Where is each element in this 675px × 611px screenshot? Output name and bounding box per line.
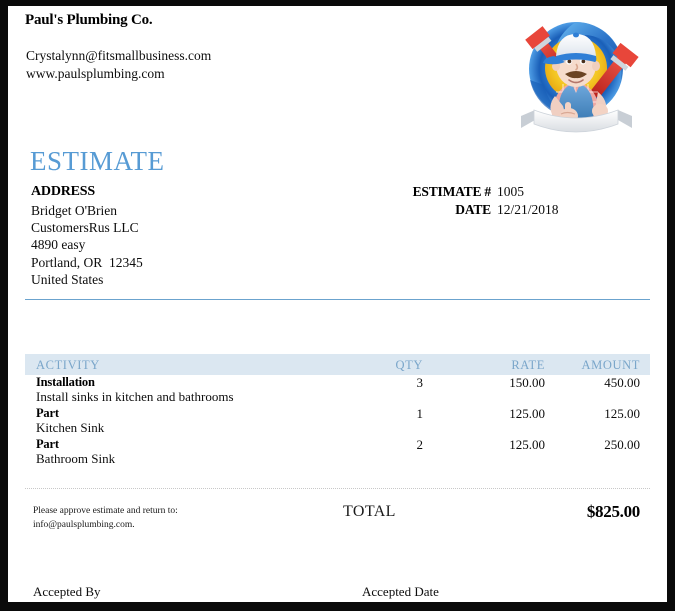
table-header-row: ACTIVITY QTY RATE AMOUNT: [25, 354, 650, 375]
estimate-number-row: ESTIMATE # 1005: [413, 183, 567, 201]
totals-divider: [25, 488, 650, 489]
company-contact-block: Crystalynn@fitsmallbusiness.com www.paul…: [26, 47, 211, 83]
plumber-mascot-logo-icon: [503, 12, 650, 142]
table-body: Installation Install sinks in kitchen an…: [25, 375, 650, 468]
company-website: www.paulsplumbing.com: [26, 66, 165, 81]
accepted-date-label: Accepted Date: [362, 584, 439, 599]
line-item-qty: 2: [416, 437, 424, 452]
screenshot-frame: Paul's Plumbing Co. Crystalynn@fitsmallb…: [0, 0, 675, 611]
total-amount: $825.00: [586, 502, 640, 521]
line-item-description: Kitchen Sink: [36, 420, 105, 435]
accepted-by-label: Accepted By: [33, 584, 101, 599]
customer-address-block: Bridget O'Brien CustomersRus LLC 4890 ea…: [31, 202, 143, 288]
company-name: Paul's Plumbing Co.: [25, 12, 153, 28]
table-row: Installation Install sinks in kitchen an…: [25, 375, 650, 406]
page-title: ESTIMATE: [30, 146, 165, 176]
column-header-qty: QTY: [395, 358, 423, 372]
line-item-name: Installation: [36, 375, 95, 389]
line-item-amount: 125.00: [604, 406, 640, 421]
line-item-description: Bathroom Sink: [36, 451, 116, 466]
column-header-amount: AMOUNT: [581, 358, 640, 372]
line-item-amount: 450.00: [604, 375, 640, 390]
section-divider: [25, 299, 650, 300]
company-email: Crystalynn@fitsmallbusiness.com: [26, 48, 212, 63]
estimate-date-value: 12/21/2018: [497, 201, 559, 217]
line-item-description: Install sinks in kitchen and bathrooms: [36, 389, 234, 404]
estimate-meta-block: ESTIMATE # 1005 DATE 12/21/2018: [413, 183, 567, 218]
estimate-number-label: ESTIMATE #: [412, 184, 492, 199]
address-line: Bridget O'Brien: [31, 203, 118, 218]
estimate-date-label: DATE: [455, 201, 491, 217]
line-item-amount: 250.00: [604, 437, 640, 452]
line-item-qty: 1: [416, 406, 424, 421]
document-content: Paul's Plumbing Co. Crystalynn@fitsmallb…: [25, 6, 650, 602]
approval-note-line: info@paulsplumbing.com.: [33, 520, 135, 530]
total-label: TOTAL: [343, 503, 396, 520]
approval-note-line: Please approve estimate and return to:: [33, 506, 178, 516]
approval-note: Please approve estimate and return to: i…: [33, 504, 178, 532]
address-line: 4890 easy: [31, 237, 86, 253]
line-items-table: ACTIVITY QTY RATE AMOUNT Installation In…: [25, 354, 650, 468]
column-header-activity: ACTIVITY: [36, 358, 100, 372]
line-item-name: Part: [36, 437, 59, 451]
estimate-number-value: 1005: [497, 184, 524, 199]
address-line: Portland, OR 12345: [31, 254, 143, 270]
address-line: United States: [31, 271, 104, 287]
line-item-name: Part: [36, 406, 59, 420]
table-row: Part Bathroom Sink 2 125.00 250.00: [25, 437, 650, 468]
estimate-document-page: Paul's Plumbing Co. Crystalynn@fitsmallb…: [8, 6, 667, 602]
table-row: Part Kitchen Sink 1 125.00 125.00: [25, 406, 650, 437]
address-line: CustomersRus LLC: [31, 220, 139, 236]
address-label: ADDRESS: [31, 184, 95, 199]
estimate-date-row: DATE 12/21/2018: [413, 201, 567, 219]
line-item-qty: 3: [416, 375, 424, 390]
